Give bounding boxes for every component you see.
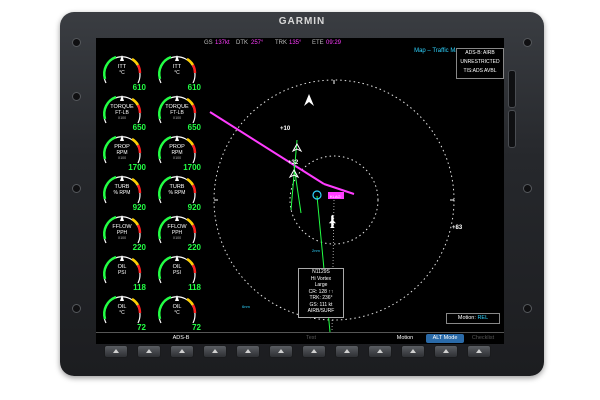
ete-label: ETE <box>312 40 324 46</box>
traffic-map[interactable]: Map – Traffic Map ADS-B: AIRB UNRESTRICT… <box>206 48 504 332</box>
trk-label: TRK <box>275 40 287 46</box>
gauge-scale: X100 <box>172 236 182 240</box>
softkey-alt-mode[interactable]: ALT Mode <box>426 334 464 343</box>
ete-value: 09:29 <box>326 40 342 46</box>
map-graphics <box>209 79 455 332</box>
up-arrow-icon <box>344 349 350 353</box>
up-arrow-icon <box>410 349 416 353</box>
hardware-softkey-button[interactable] <box>302 345 326 358</box>
gauge-scale: X100 <box>172 156 182 160</box>
hardware-softkey-button[interactable] <box>137 345 161 358</box>
left-knob-bottom[interactable] <box>72 304 81 313</box>
gauge-unit: °C <box>174 70 180 76</box>
hardware-softkey-button[interactable] <box>104 345 128 358</box>
dtk-label: DTK <box>236 40 248 46</box>
display-bezel: GARMIN GS 137kt DTK 257° TRK 135° ETE 09… <box>60 12 544 376</box>
engine-gauge: OIL °C 72 <box>153 289 207 335</box>
gauge-unit: PSI <box>172 270 182 276</box>
info-line: AIRB/SURF <box>307 308 335 314</box>
gauge-unit: PSI <box>117 270 127 276</box>
hardware-softkey-button[interactable] <box>170 345 194 358</box>
motion-label: Motion: <box>457 315 476 321</box>
gauge-value: 72 <box>137 323 146 332</box>
gauge-scale: X100 <box>117 236 127 240</box>
engine-gauge: OIL °C 72 <box>98 289 152 335</box>
mfd-screen: GS 137kt DTK 257° TRK 135° ETE 09:29 ITT… <box>96 38 504 344</box>
hardware-softkey-button[interactable] <box>434 345 458 358</box>
flight-plan-leg <box>209 111 325 185</box>
dtk-value: 257° <box>251 40 264 46</box>
right-knob-bottom[interactable] <box>523 304 532 313</box>
gauge-unit: °C <box>119 310 125 316</box>
softkey-motion[interactable]: Motion <box>386 334 424 343</box>
traffic-altitude-label: +10 <box>280 126 291 132</box>
up-arrow-icon <box>245 349 251 353</box>
hardware-softkey-button[interactable] <box>467 345 491 358</box>
softkey-checklist[interactable]: Checklist <box>464 334 502 343</box>
traffic-vector <box>293 165 302 214</box>
hardware-softkey-button[interactable] <box>368 345 392 358</box>
left-knob-low[interactable] <box>72 184 81 193</box>
left-knob-top[interactable] <box>72 38 81 47</box>
hardware-softkey-row <box>68 345 536 367</box>
softkey-label-bar: ADS-B Test Motion ALT Mode Checklist <box>96 332 504 344</box>
up-arrow-icon <box>377 349 383 353</box>
brand-logo: GARMIN <box>278 16 326 27</box>
gauge-unit: °C <box>119 70 125 76</box>
traffic-info-box: N1129S Hi Vortex Large CR: 128 ↑↑ TRK: 2… <box>298 268 344 318</box>
right-slot-top[interactable] <box>508 70 516 108</box>
gauge-unit: °C <box>174 310 180 316</box>
engine-gauge-panel: ITT °C 610 ITT °C 610 TORQUE FT-LB X100 650 TORQUE… <box>96 48 206 332</box>
motion-indicator: Motion: REL <box>446 313 500 324</box>
range-ring-label: 2nm <box>312 248 320 253</box>
hardware-softkey-button[interactable] <box>335 345 359 358</box>
trk-value: 135° <box>289 40 302 46</box>
gs-label: GS <box>204 40 213 46</box>
softkey-test[interactable]: Test <box>292 334 330 343</box>
hardware-softkey-button[interactable] <box>203 345 227 358</box>
gauge-unit: % RPM <box>113 190 131 196</box>
right-slot-bottom[interactable] <box>508 110 516 148</box>
hardware-softkey-button[interactable] <box>401 345 425 358</box>
gauge-scale: X100 <box>117 156 127 160</box>
waypoint-tag: KLAG <box>330 194 341 199</box>
gs-value: 137kt <box>215 40 230 46</box>
left-knob-mid[interactable] <box>72 92 81 101</box>
gauge-value: 72 <box>192 323 201 332</box>
gauge-scale: X100 <box>117 116 127 120</box>
up-arrow-icon <box>311 349 317 353</box>
right-knob-low[interactable] <box>523 184 532 193</box>
up-arrow-icon <box>278 349 284 353</box>
ownship-aircraft-icon <box>328 214 336 229</box>
gauge-unit: % RPM <box>168 190 186 196</box>
traffic-altitude-label: +32 <box>288 160 299 166</box>
range-ring-label: 6nm <box>242 304 250 309</box>
up-arrow-icon <box>113 349 119 353</box>
up-arrow-icon <box>212 349 218 353</box>
up-arrow-icon <box>476 349 482 353</box>
up-arrow-icon <box>146 349 152 353</box>
gauge-scale: X100 <box>172 116 182 120</box>
north-arrow-icon <box>304 94 314 106</box>
traffic-altitude-label: +83 <box>452 225 463 231</box>
hardware-softkey-button[interactable] <box>269 345 293 358</box>
up-arrow-icon <box>443 349 449 353</box>
motion-value: REL <box>477 315 489 321</box>
right-knob-top[interactable] <box>523 38 532 47</box>
softkey-adsb[interactable]: ADS-B <box>162 334 200 343</box>
hardware-softkey-button[interactable] <box>236 345 260 358</box>
up-arrow-icon <box>179 349 185 353</box>
